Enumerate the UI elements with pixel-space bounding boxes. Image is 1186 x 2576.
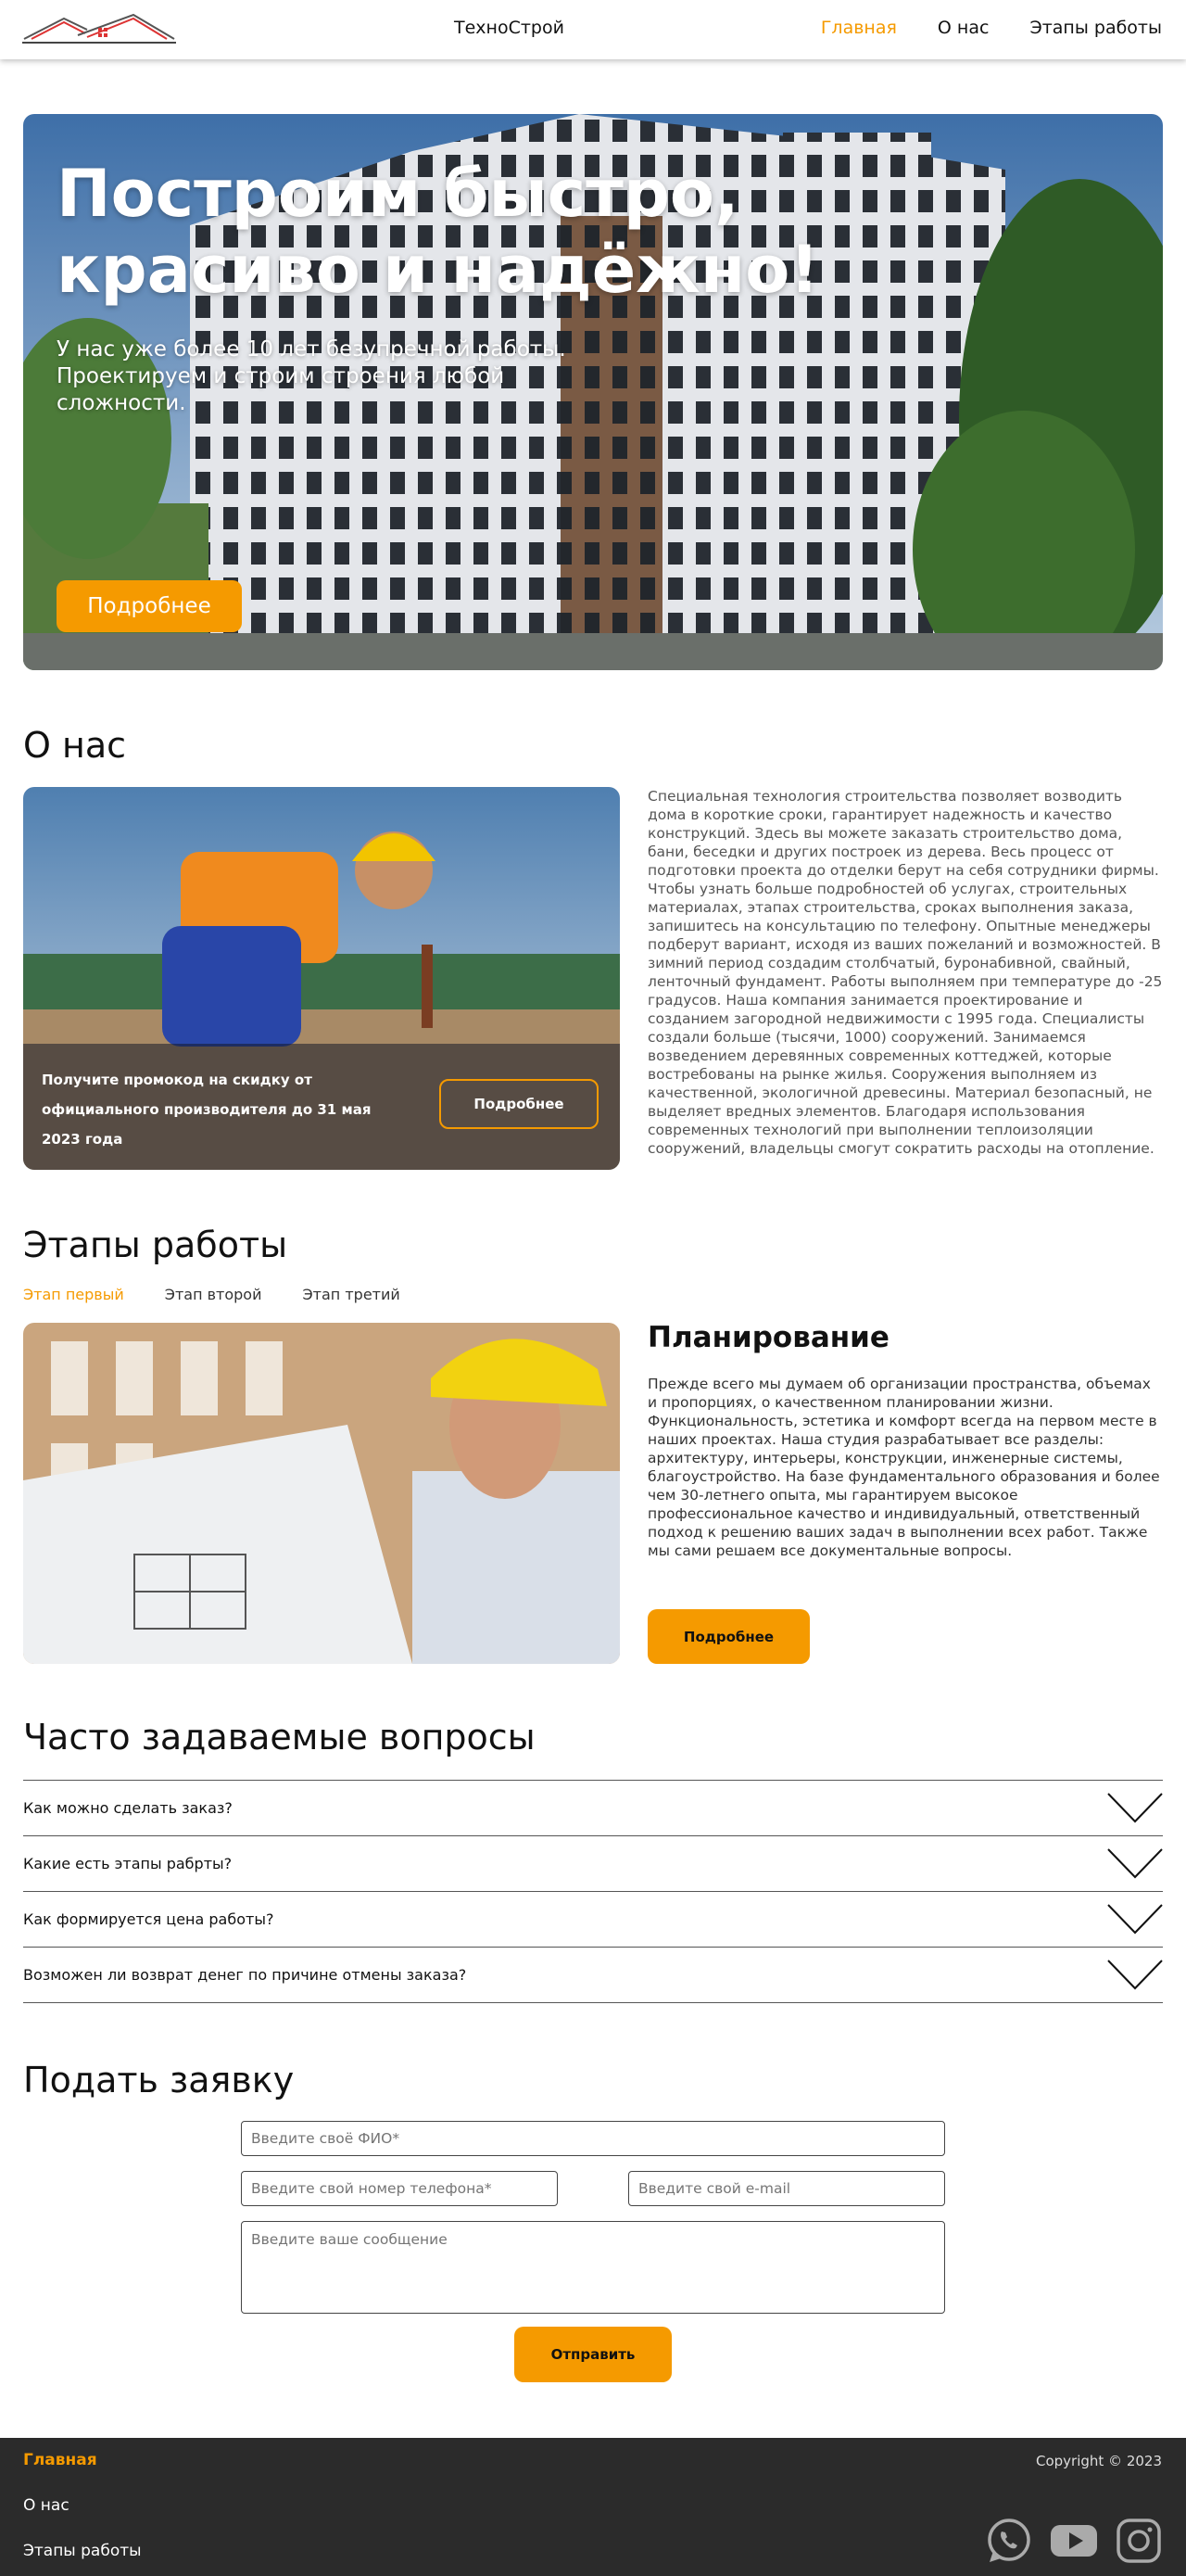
youtube-icon[interactable] [1049, 2518, 1099, 2564]
footer-nav-home[interactable]: Главная [23, 2451, 97, 2469]
hero-banner: Построим быстро, красиво и надёжно! У на… [23, 114, 1163, 670]
promo-text: Получите промокод на скидку от официальн… [42, 1072, 372, 1148]
house-logo-icon[interactable] [22, 11, 176, 44]
faq-item[interactable]: Как можно сделать заказ? [23, 1781, 1163, 1836]
faq-item[interactable]: Возможен ли возврат денег по причине отм… [23, 1948, 1163, 2003]
faq-question: Как формируется цена работы? [23, 1910, 274, 1928]
site-header: ТехноСтрой Главная О нас Этапы работы [0, 0, 1186, 59]
stage-more-button[interactable]: Подробнее [648, 1609, 810, 1664]
stage-tabs: Этап первый Этап второй Этап третий [23, 1286, 400, 1303]
about-image-card: Получите промокод на скидку от официальн… [23, 787, 620, 1170]
chevron-down-icon[interactable] [1107, 1792, 1163, 1823]
site-footer: Главная О нас Этапы работы Copyright © 2… [0, 2438, 1186, 2576]
stage-heading: Планирование [648, 1321, 890, 1354]
footer-nav-about[interactable]: О нас [23, 2496, 69, 2515]
faq-question: Как можно сделать заказ? [23, 1799, 233, 1817]
name-field[interactable] [241, 2121, 945, 2156]
hero-more-button[interactable]: Подробнее [57, 580, 242, 632]
stage-image [23, 1323, 620, 1664]
tab-stage-2[interactable]: Этап второй [165, 1286, 262, 1303]
faq-item[interactable]: Какие есть этапы рабрты? [23, 1836, 1163, 1892]
faq-question: Возможен ли возврат денег по причине отм… [23, 1966, 467, 1984]
promo-more-button[interactable]: Подробнее [439, 1079, 599, 1129]
message-field[interactable] [241, 2221, 945, 2314]
about-text: Специальная технология строительства поз… [648, 788, 1163, 1157]
stages-title: Этапы работы [23, 1225, 288, 1265]
form-title: Подать заявку [23, 2060, 295, 2100]
hero-subtitle: У нас уже более 10 лет безупречной работ… [57, 337, 566, 415]
whatsapp-icon[interactable] [986, 2518, 1032, 2564]
faq-list: Как можно сделать заказ? Какие есть этап… [23, 1780, 1163, 2003]
main-nav: Главная О нас Этапы работы [821, 18, 1162, 38]
nav-home[interactable]: Главная [821, 18, 897, 38]
nav-about[interactable]: О нас [938, 18, 990, 38]
footer-nav-stages[interactable]: Этапы работы [23, 2542, 142, 2560]
faq-title: Часто задаваемые вопросы [23, 1717, 536, 1758]
tab-stage-3[interactable]: Этап третий [303, 1286, 400, 1303]
copyright: Copyright © 2023 [1035, 2453, 1162, 2469]
faq-item[interactable]: Как формируется цена работы? [23, 1892, 1163, 1948]
phone-field[interactable] [241, 2171, 558, 2206]
submit-button[interactable]: Отправить [514, 2327, 672, 2382]
nav-stages[interactable]: Этапы работы [1029, 18, 1162, 38]
tab-stage-1[interactable]: Этап первый [23, 1286, 124, 1303]
email-field[interactable] [628, 2171, 945, 2206]
stage-text: Прежде всего мы думаем об организации пр… [648, 1376, 1160, 1559]
faq-question: Какие есть этапы рабрты? [23, 1855, 233, 1872]
engineer-photo [23, 1323, 620, 1664]
brand-name: ТехноСтрой [454, 18, 564, 38]
chevron-down-icon[interactable] [1107, 1847, 1163, 1879]
chevron-down-icon[interactable] [1107, 1959, 1163, 1990]
about-title: О нас [23, 725, 127, 766]
hero-title: Построим быстро, красиво и надёжно! [57, 156, 820, 308]
chevron-down-icon[interactable] [1107, 1903, 1163, 1935]
instagram-icon[interactable] [1116, 2518, 1162, 2564]
